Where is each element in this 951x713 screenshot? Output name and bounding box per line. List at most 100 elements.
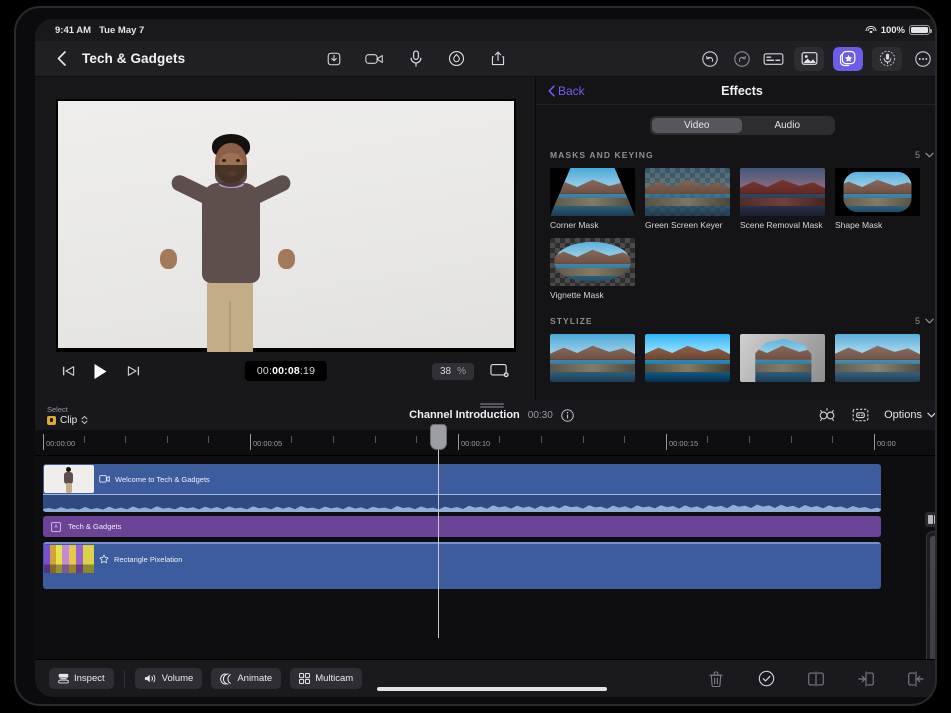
timeline-clip-effect[interactable]: Rectangle Pixelation: [43, 542, 881, 589]
timeline-playhead[interactable]: [430, 424, 447, 638]
ruler-label: 00:00: [877, 439, 896, 448]
record-video-button[interactable]: [363, 47, 386, 70]
button-label: Animate: [237, 673, 273, 684]
timeline-tracks: Welcome to Tech & Gadgets A Tech & Gadge…: [35, 456, 935, 697]
timeline-header-actions: Options: [817, 407, 935, 423]
titles-button[interactable]: [762, 47, 785, 70]
effect-shape-mask[interactable]: Shape Mask: [835, 168, 920, 230]
ipad-device: 9:41 AM Tue May 7 100% Tech & Gadgets 00…: [0, 0, 951, 713]
timeline-options-button[interactable]: Options: [884, 409, 935, 421]
top-toolbar: Tech & Gadgets: [35, 41, 935, 77]
color-adjust-button[interactable]: [445, 47, 468, 70]
multicam-button[interactable]: Multicam: [290, 668, 363, 689]
section-header-stylize[interactable]: STYLIZE 5: [536, 314, 935, 327]
status-date: Tue May 7: [99, 24, 145, 36]
wifi-icon: [865, 25, 877, 35]
video-preview[interactable]: [56, 99, 516, 352]
effect-label: Shape Mask: [835, 220, 883, 230]
undo-button[interactable]: [698, 47, 721, 70]
select-mode-label: Select: [47, 404, 68, 414]
play-button[interactable]: [88, 360, 112, 382]
record-voiceover-button[interactable]: [404, 47, 427, 70]
import-media-button[interactable]: [322, 47, 345, 70]
ruler-label: 00:00:15: [669, 439, 699, 448]
player-controls: 00:00:08:19 38 %: [56, 356, 516, 386]
options-label: Options: [884, 409, 922, 421]
effect-thumbnail: [740, 334, 825, 382]
animate-button[interactable]: Animate: [211, 668, 282, 689]
timeline-ruler[interactable]: 00:00:00 00:00:05 00:00:10 00:00:15 00:0…: [35, 430, 935, 456]
effects-button[interactable]: [833, 46, 863, 71]
magnet-snap-icon[interactable]: [851, 407, 870, 423]
share-export-button[interactable]: [486, 47, 509, 70]
fit-to-screen-icon[interactable]: [488, 361, 510, 381]
effect-thumbnail: [740, 168, 825, 216]
title-badge-icon: A: [51, 521, 61, 532]
skip-back-icon[interactable]: [56, 360, 80, 382]
ruler-label: 00:00:10: [461, 439, 491, 448]
section-header-masks[interactable]: MASKS AND KEYING 5: [536, 148, 935, 161]
button-label: Volume: [161, 673, 194, 684]
inspect-icon: [58, 673, 69, 684]
media-library-button[interactable]: [794, 46, 824, 71]
upper-area: 00:00:08:19 38 % Back Effects Video Audi…: [35, 77, 935, 400]
effects-back-label: Back: [558, 83, 585, 98]
effects-grid-masks: Corner Mask Green Screen Keyer Scene Rem…: [536, 168, 935, 300]
effect-green-screen-keyer[interactable]: Green Screen Keyer: [645, 168, 730, 230]
timeline-clip-video[interactable]: Welcome to Tech & Gadgets: [43, 464, 881, 512]
effect-corner-mask[interactable]: Corner Mask: [550, 168, 635, 230]
audio-button[interactable]: [872, 46, 902, 71]
confirm-button[interactable]: [756, 669, 776, 689]
inspect-button[interactable]: Inspect: [49, 668, 114, 689]
effect-label: Corner Mask: [550, 220, 599, 230]
trim-in-button[interactable]: [856, 669, 876, 689]
split-clip-button[interactable]: [806, 669, 826, 689]
back-button[interactable]: [53, 51, 69, 67]
effect-thumbnail: [835, 168, 920, 216]
effect-vignette-mask[interactable]: Vignette Mask: [550, 238, 635, 300]
trim-out-button[interactable]: [906, 669, 926, 689]
toolbar-divider: [123, 669, 125, 688]
skip-forward-icon[interactable]: [121, 360, 145, 382]
effect-thumbnail: [645, 334, 730, 382]
timeline-clip-title[interactable]: A Tech & Gadgets: [43, 516, 881, 537]
preview-subject: [160, 121, 296, 352]
redo-button[interactable]: [730, 47, 753, 70]
effect-stylize-4[interactable]: [835, 334, 920, 382]
effect-thumbnail: [550, 238, 635, 286]
ruler-label: 00:00:00: [46, 439, 76, 448]
chevron-down-icon: [927, 412, 935, 418]
effect-scene-removal-mask[interactable]: Scene Removal Mask: [740, 168, 825, 230]
battery-icon: [909, 25, 933, 35]
timeline: Select Clip Channel Introduction 00:30 O…: [35, 400, 935, 697]
more-options-button[interactable]: [911, 47, 934, 70]
effects-title: Effects: [721, 83, 763, 98]
effects-header: Back Effects: [536, 77, 935, 105]
preview-pane: 00:00:08:19 38 %: [35, 77, 535, 400]
tab-video[interactable]: Video: [651, 118, 742, 133]
project-title: Tech & Gadgets: [82, 51, 186, 66]
delete-button[interactable]: [706, 669, 726, 689]
home-indicator[interactable]: [376, 687, 607, 691]
select-mode-control[interactable]: Select Clip: [47, 405, 88, 426]
current-timecode[interactable]: 00:00:08:19: [244, 361, 328, 381]
video-clip-icon: [99, 475, 110, 483]
effect-stylize-1[interactable]: [550, 334, 635, 382]
zoom-level[interactable]: 38 %: [431, 362, 474, 380]
panel-drag-handle[interactable]: [479, 403, 504, 408]
effects-back-button[interactable]: Back: [548, 84, 585, 98]
effects-panel: Back Effects Video Audio MASKS AND KEYIN…: [535, 77, 935, 400]
button-label: Inspect: [74, 673, 105, 684]
clip-name: Tech & Gadgets: [68, 522, 122, 531]
section-count: 5: [914, 149, 920, 160]
effect-stylize-3[interactable]: [740, 334, 825, 382]
zoom-track-icon[interactable]: [925, 512, 935, 527]
tab-audio[interactable]: Audio: [742, 118, 833, 133]
volume-button[interactable]: Volume: [134, 668, 203, 689]
keyframe-icon[interactable]: [817, 407, 837, 423]
multicam-grid-icon: [299, 673, 311, 684]
timeline-project-info: Channel Introduction 00:30: [35, 408, 935, 422]
effect-stylize-2[interactable]: [645, 334, 730, 382]
timeline-project-name: Channel Introduction: [409, 409, 520, 421]
info-circle-icon[interactable]: [561, 408, 574, 422]
